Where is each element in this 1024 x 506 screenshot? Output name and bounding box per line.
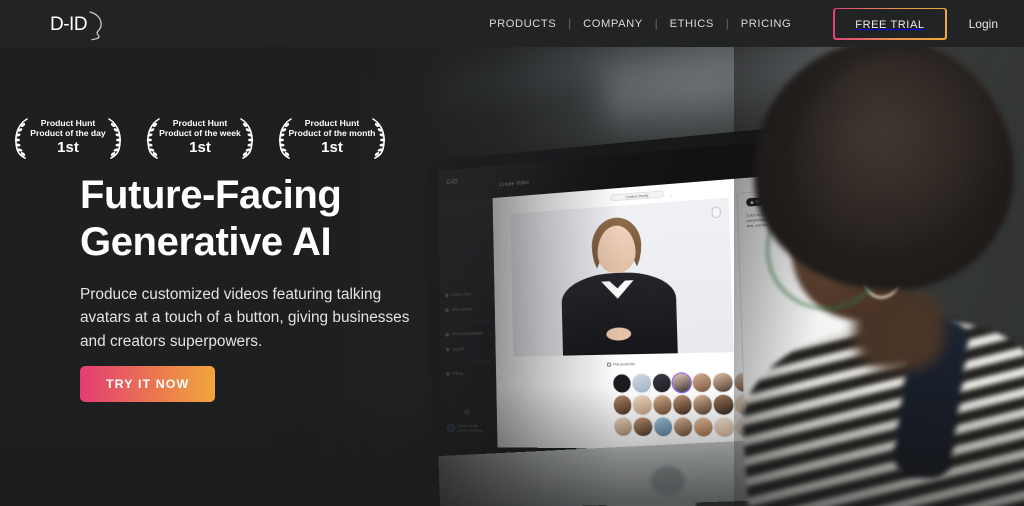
- nav-links-group: PRODUCTS | COMPANY | ETHICS | PRICING FR…: [477, 0, 998, 47]
- hero-subcopy: Produce customized videos featuring talk…: [80, 286, 410, 350]
- svg-text:D-ID: D-ID: [50, 14, 87, 35]
- award-badge: Product Hunt Product of the day 1st: [8, 113, 128, 161]
- badge-line-2: Product of the week: [159, 128, 241, 139]
- free-trial-button[interactable]: FREE TRIAL: [833, 7, 947, 40]
- landing-page-hero: D-ID Create Video Create Video Video Lib…: [0, 0, 1024, 506]
- award-badges: Product Hunt Product of the day 1st Prod…: [8, 113, 392, 161]
- try-it-now-button[interactable]: TRY IT NOW: [80, 366, 216, 402]
- nav-item-company[interactable]: COMPANY: [571, 18, 655, 30]
- award-badge: Product Hunt Product of the month 1st: [272, 113, 392, 161]
- laurel-wreath-icon: [240, 118, 254, 159]
- login-link[interactable]: Login: [969, 17, 998, 31]
- nav-item-pricing[interactable]: PRICING: [729, 18, 803, 30]
- award-badge: Product Hunt Product of the week 1st: [140, 113, 260, 161]
- badge-line-2: Product of the day: [30, 128, 106, 139]
- top-navigation-bar: D-ID PRODUCTS | COMPANY | ETHICS | PRICI…: [0, 0, 1024, 47]
- d-id-logo[interactable]: D-ID: [48, 6, 112, 42]
- badge-line-1: Product Hunt: [40, 117, 96, 128]
- chevron-down-icon[interactable]: ⌄: [670, 192, 673, 197]
- nav-item-ethics[interactable]: ETHICS: [658, 18, 726, 30]
- badge-rank: 1st: [189, 138, 211, 156]
- badge-line-1: Product Hunt: [304, 117, 360, 128]
- laurel-wreath-icon: [372, 118, 386, 159]
- badge-rank: 1st: [321, 138, 343, 156]
- headline-line-2: Generative AI: [80, 220, 332, 265]
- laurel-wreath-icon: [278, 118, 292, 159]
- free-trial-label: FREE TRIAL: [855, 18, 925, 31]
- laurel-wreath-icon: [14, 118, 28, 159]
- laurel-wreath-icon: [146, 118, 160, 159]
- badge-rank: 1st: [57, 138, 79, 156]
- badge-line-2: Product of the month: [288, 128, 376, 139]
- nav-item-products[interactable]: PRODUCTS: [477, 18, 568, 30]
- laurel-wreath-icon: [108, 118, 122, 159]
- badge-line-1: Product Hunt: [172, 117, 228, 128]
- headline-line-1: Future-Facing: [80, 173, 342, 217]
- lightbulb-icon[interactable]: [711, 206, 721, 219]
- page-title: Future-Facing Generative AI: [80, 172, 342, 266]
- hero-bottom-gradient-overlay: [0, 386, 1024, 506]
